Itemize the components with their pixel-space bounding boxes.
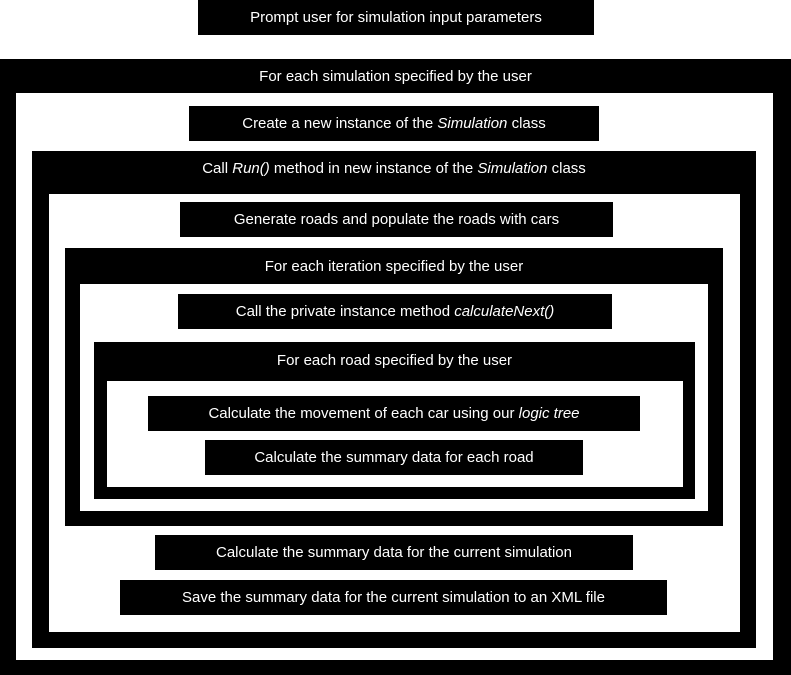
calculate-next-label: Call the private instance method calcula… — [235, 303, 555, 320]
run-method-label: Call Run() method in new instance of the… — [202, 160, 586, 177]
road-loop-label: For each road specified by the user — [276, 352, 513, 369]
iteration-loop-label: For each iteration specified by the user — [264, 258, 524, 275]
create-instance-label: Create a new instance of the Simulation … — [242, 115, 546, 132]
generate-roads-label: Generate roads and populate the roads wi… — [233, 211, 560, 228]
calc-sim-summary-label: Calculate the summary data for the curre… — [216, 544, 572, 561]
simulation-loop-label: For each simulation specified by the use… — [259, 68, 532, 85]
prompt-step-label: Prompt user for simulation input paramet… — [250, 9, 542, 26]
save-summary-label: Save the summary data for the current si… — [182, 589, 605, 606]
calc-movement-label: Calculate the movement of each car using… — [208, 405, 580, 422]
calc-road-summary-label: Calculate the summary data for each road — [254, 449, 534, 466]
